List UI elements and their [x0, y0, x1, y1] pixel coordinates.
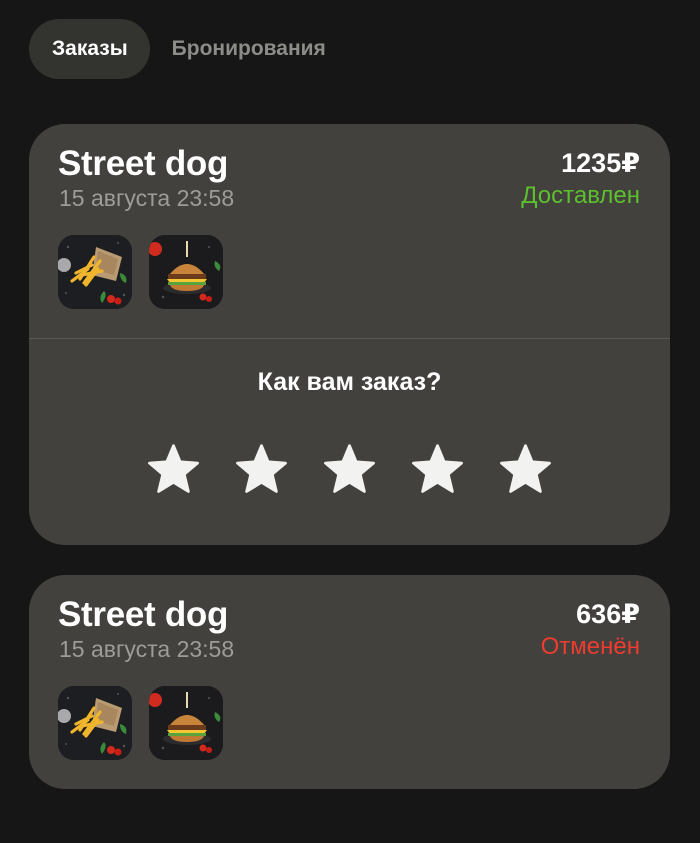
order-price: 636₽ [576, 599, 640, 629]
order-items [58, 235, 223, 309]
tab-orders[interactable]: Заказы [29, 19, 150, 79]
star-icon[interactable] [410, 442, 465, 497]
tab-bar: Заказы Бронирования [29, 19, 348, 79]
star-icon[interactable] [146, 442, 201, 497]
order-card[interactable]: Street dog 15 августа 23:58 636₽ Отменён [29, 575, 670, 789]
rating-question: Как вам заказ? [257, 368, 442, 396]
order-status: Отменён [540, 633, 640, 660]
fries-dish-photo [58, 235, 132, 309]
restaurant-name: Street dog [58, 595, 229, 634]
order-card[interactable]: Street dog 15 августа 23:58 1235₽ Достав… [29, 124, 670, 545]
burger-dish-photo [149, 235, 223, 309]
order-items [58, 686, 223, 760]
star-icon[interactable] [234, 442, 289, 497]
order-status: Доставлен [521, 182, 640, 209]
star-icon[interactable] [498, 442, 553, 497]
divider [29, 338, 670, 339]
restaurant-name: Street dog [58, 144, 229, 183]
order-date: 15 августа 23:58 [59, 636, 235, 662]
star-icon[interactable] [322, 442, 377, 497]
tab-bookings[interactable]: Бронирования [150, 19, 348, 79]
fries-dish-photo [58, 686, 132, 760]
order-date: 15 августа 23:58 [59, 185, 235, 211]
burger-dish-photo [149, 686, 223, 760]
order-price: 1235₽ [561, 148, 640, 178]
rating-stars [146, 442, 553, 497]
